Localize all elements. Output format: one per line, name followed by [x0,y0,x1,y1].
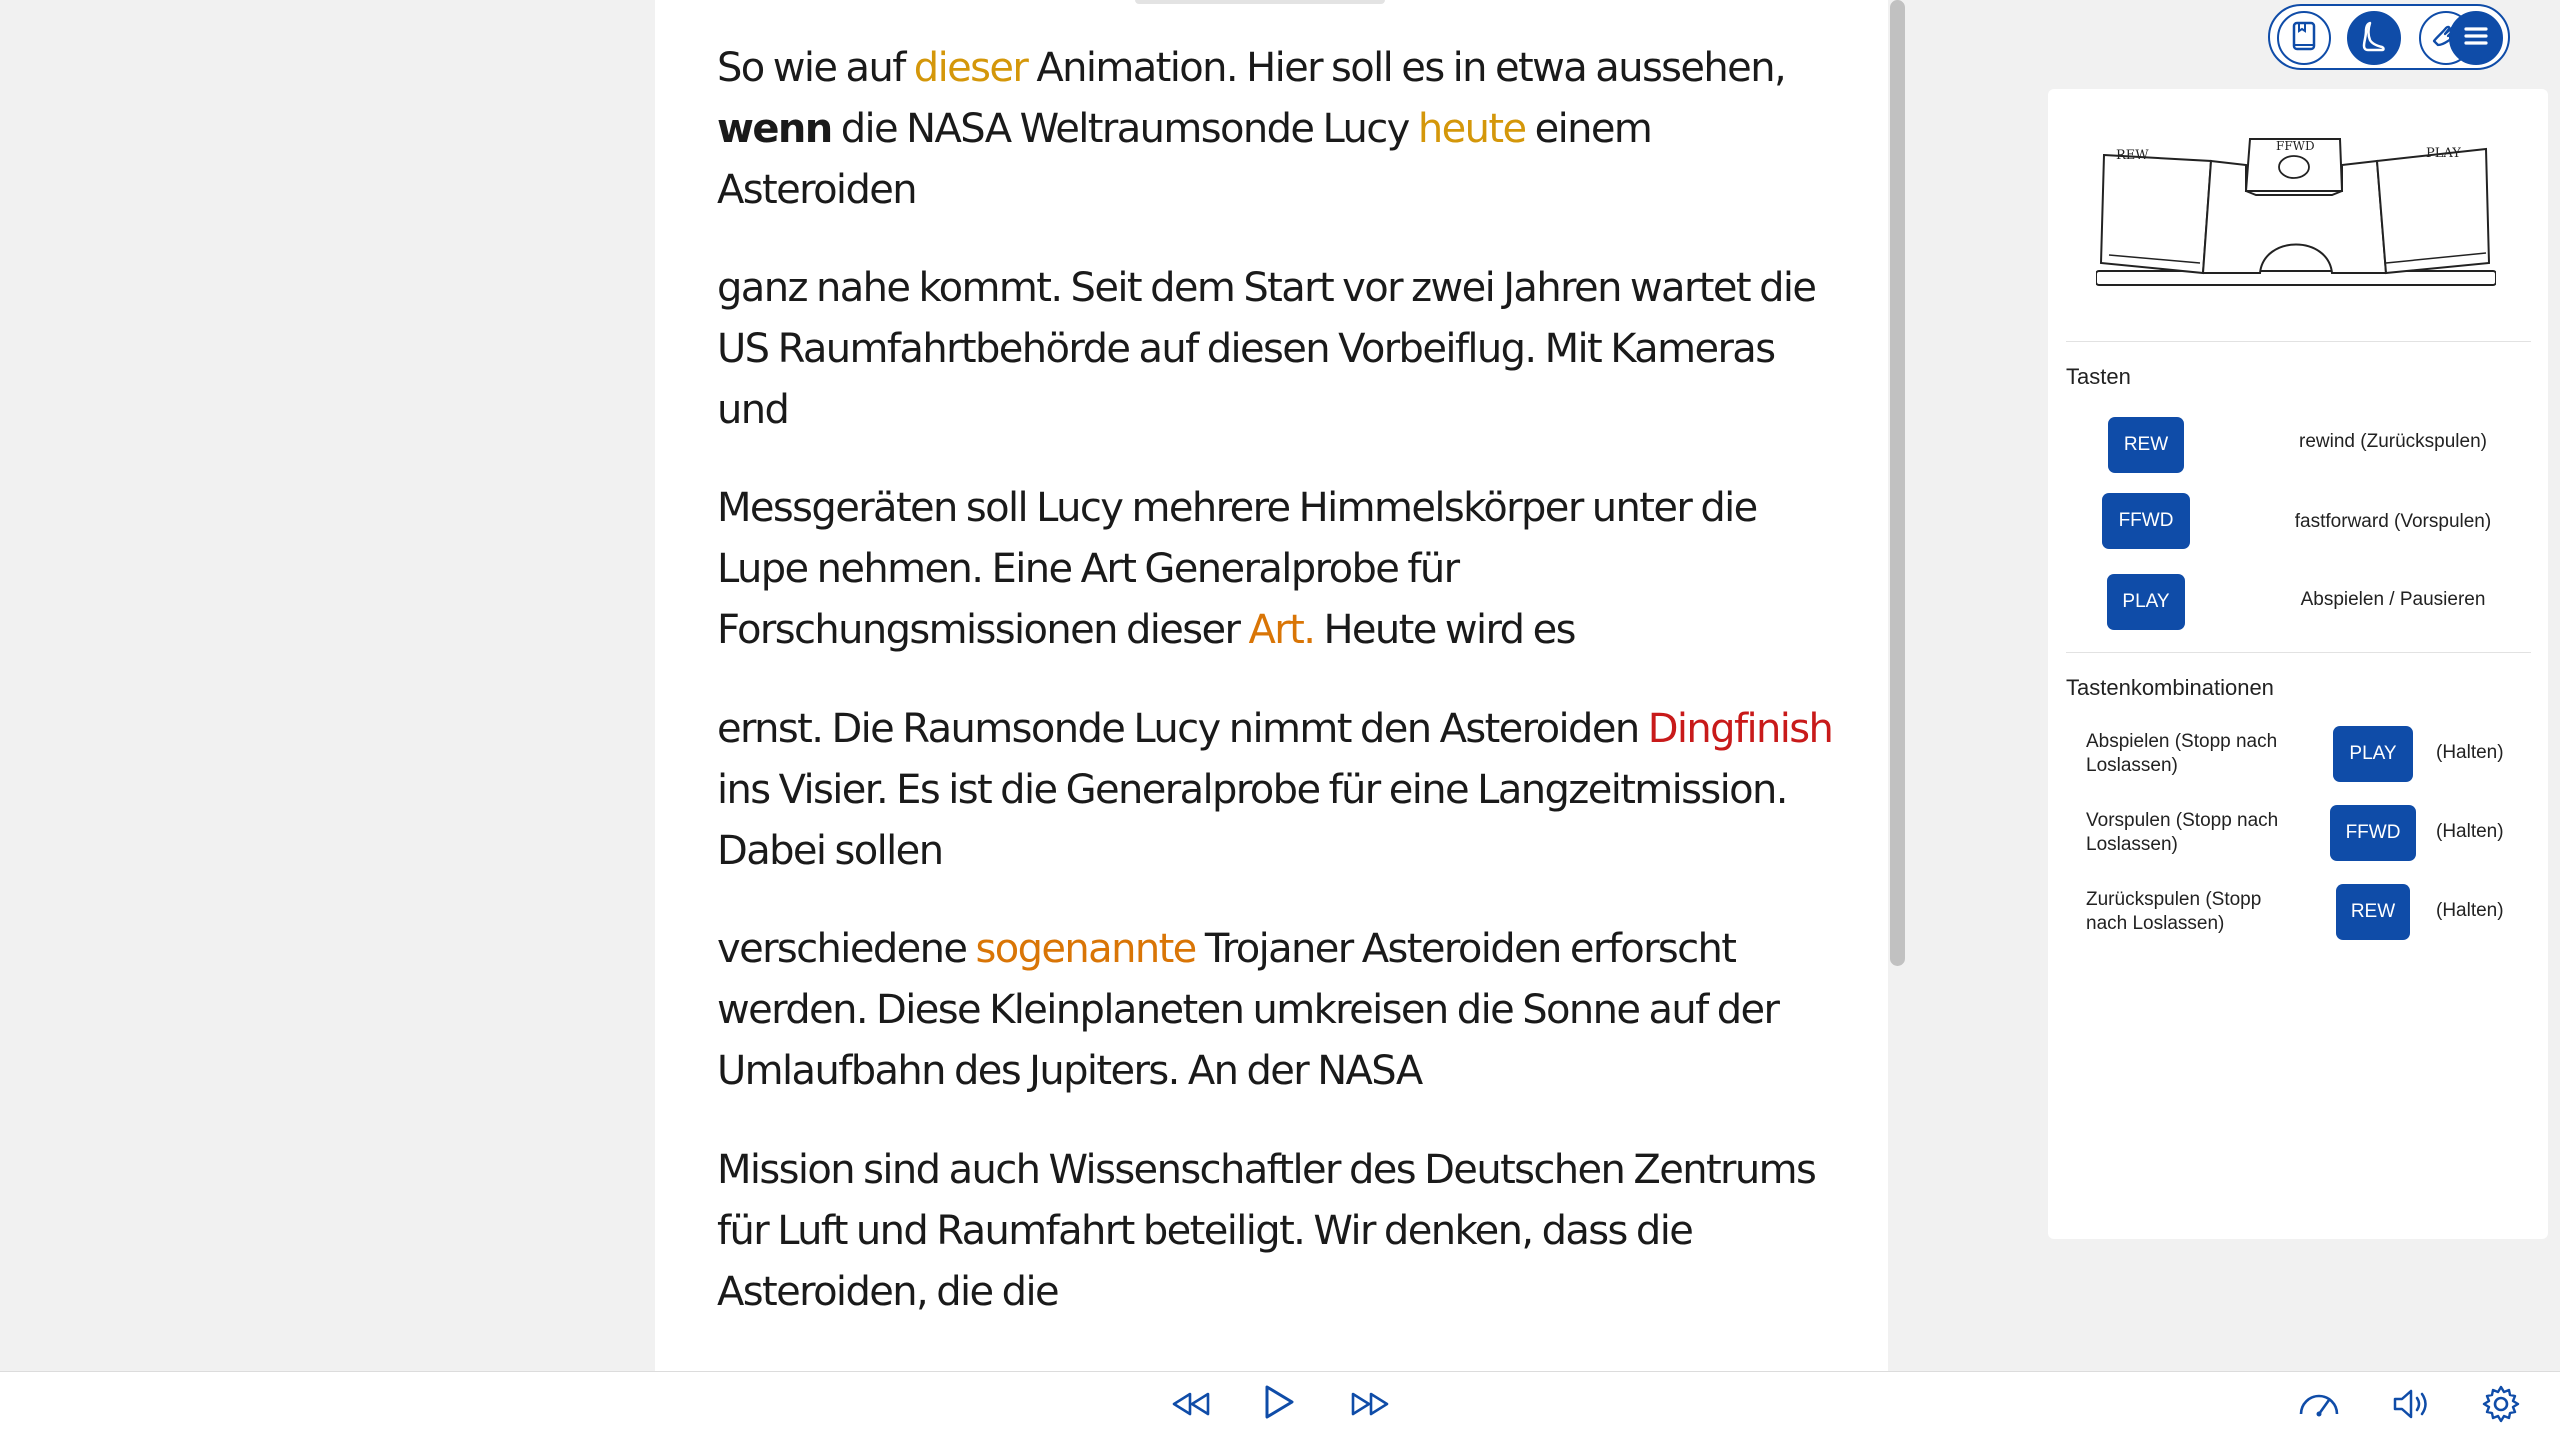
rew-key-description: rewind (Zurückspulen) [2299,431,2487,452]
foot-pedal-mode-button[interactable] [2347,11,2401,65]
combo-play-key-badge[interactable]: PLAY [2333,726,2413,782]
rew-key-badge[interactable]: REW [2108,417,2184,473]
play-icon [1258,1382,1298,1427]
book-icon [2287,19,2321,58]
combo-ffwd-key-badge[interactable]: FFWD [2330,805,2416,861]
book-mode-button[interactable] [2277,11,2331,65]
speed-gauge-icon [2297,1386,2341,1427]
combo-label-play: Abspielen (Stopp nach Loslassen) [2086,731,2278,776]
volume-icon [2390,1386,2432,1427]
player-bar [0,1371,2560,1440]
transcript-text: Mission sind auch Wissenschaftler des De… [717,1147,1817,1315]
transcript-text: So wie auf [717,45,914,91]
combo-suffix-ffwd: (Halten) [2436,821,2504,842]
transcript-paragraph: verschiedene sogenannte Trojaner Asteroi… [717,919,1837,1102]
settings-button[interactable] [2478,1384,2524,1428]
fast-forward-icon [1349,1388,1393,1425]
highlighted-word[interactable]: sogenannte [976,926,1198,972]
combo-suffix-rew: (Halten) [2436,900,2504,921]
foot-pedal-illustration: REW FFWD PLAY [2095,135,2497,295]
help-panel: REW FFWD PLAY Tasten REW rewind (Zurücks… [2048,89,2548,1239]
menu-icon [2461,21,2491,56]
highlighted-word[interactable]: dieser [914,45,1029,91]
transcript-text: ernst. Die Raumsonde Lucy nimmt den Aste… [717,706,1648,752]
menu-button[interactable] [2449,11,2503,65]
ffwd-key-badge[interactable]: FFWD [2102,493,2190,549]
rewind-icon [1168,1388,1212,1425]
transcript-text: Heute wird es [1314,607,1576,653]
pedal-label-play: PLAY [2426,146,2461,161]
vertical-scrollbar[interactable] [1890,0,1905,966]
transcript-paragraph: Mission sind auch Wissenschaftler des De… [717,1140,1837,1323]
mode-toolbar [2268,4,2510,70]
play-key-badge[interactable]: PLAY [2107,574,2185,630]
transcript-text: Animation. Hier soll es in etwa aussehen… [1027,45,1786,91]
highlighted-word[interactable]: Dingfinish [1648,706,1834,752]
transcript-text: verschiedene [717,926,976,972]
transcript-paragraph: So wie auf dieser Animation. Hier soll e… [717,38,1837,221]
transcript-paragraph: ernst. Die Raumsonde Lucy nimmt den Aste… [717,699,1837,882]
playback-speed-button[interactable] [2296,1386,2342,1426]
transcript-text: Messgeräten soll Lucy mehrere Himmelskör… [717,485,1758,653]
foot-icon [2357,19,2391,58]
transcript-panel: So wie auf dieser Animation. Hier soll e… [655,0,1888,1371]
combos-heading: Tastenkombinationen [2066,675,2274,700]
fast-forward-button[interactable] [1345,1386,1397,1426]
volume-button[interactable] [2388,1386,2434,1426]
transcript-text: die NASA Weltraumsonde Lucy [831,106,1418,152]
highlighted-word[interactable]: wenn [717,106,833,152]
transcript-text: ins Visier. Es ist die Generalprobe für … [717,767,1789,874]
divider [2066,652,2531,653]
combo-label-ffwd: Vorspulen (Stopp nach Loslassen) [2086,810,2279,855]
play-key-description: Abspielen / Pausieren [2300,589,2486,610]
highlighted-word[interactable]: heute [1418,106,1527,152]
settings-gear-icon [2481,1384,2521,1429]
divider [2066,341,2531,342]
transcript-text: ganz nahe kommt. Seit dem Start vor zwei… [717,265,1817,433]
pedal-label-rew: REW [2116,148,2149,163]
transcript-paragraph: ganz nahe kommt. Seit dem Start vor zwei… [717,258,1837,441]
pedal-label-ffwd: FFWD [2276,139,2315,153]
combo-rew-key-badge[interactable]: REW [2336,884,2410,940]
top-tab-handle [1135,0,1385,4]
rewind-button[interactable] [1164,1386,1216,1426]
ffwd-key-description: fastforward (Vorspulen) [2294,511,2492,532]
combo-suffix-play: (Halten) [2436,742,2504,763]
highlighted-word[interactable]: Art. [1249,607,1316,653]
transcript-paragraph: Messgeräten soll Lucy mehrere Himmelskör… [717,478,1837,661]
combo-label-rew: Zurückspulen (Stopp nach Loslassen) [2086,889,2262,934]
play-button[interactable] [1254,1380,1302,1428]
keys-heading: Tasten [2066,364,2131,389]
